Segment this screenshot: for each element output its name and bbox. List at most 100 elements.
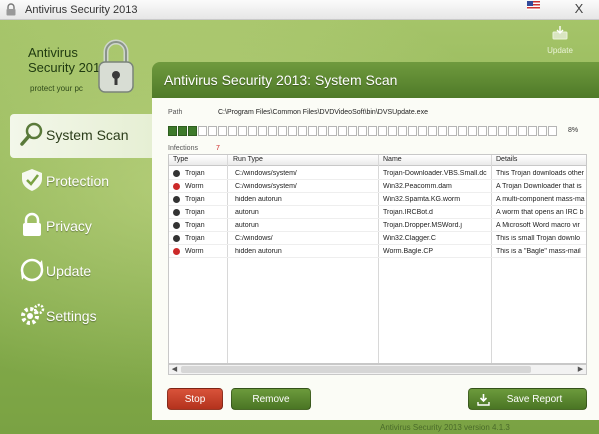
gears-icon [21, 303, 45, 325]
path-label: Path [168, 109, 183, 116]
cell-run-type: C:/windows/ [235, 235, 273, 242]
progress-cell [538, 126, 547, 136]
progress-cell [308, 126, 317, 136]
nav-label: Protection [46, 173, 110, 189]
progress-cell [228, 126, 237, 136]
progress-cell [298, 126, 307, 136]
horizontal-scrollbar[interactable]: ◀ ▶ [168, 364, 587, 375]
progress-cell [258, 126, 267, 136]
threat-status-icon [173, 222, 180, 229]
nav-privacy[interactable]: Privacy [10, 205, 152, 249]
logo-tagline: protect your pc [30, 84, 83, 93]
cell-name: Win32.Spamta.KG.worm [383, 196, 461, 203]
progress-cell [218, 126, 227, 136]
close-button[interactable]: X [568, 2, 590, 16]
progress-cell [368, 126, 377, 136]
threat-status-icon [173, 235, 180, 242]
progress-cell [478, 126, 487, 136]
cell-type: Trojan [185, 196, 205, 203]
stop-button[interactable]: Stop [167, 388, 223, 410]
logo-line-1: Antivirus [28, 45, 78, 60]
nav-system-scan[interactable]: System Scan [10, 114, 152, 158]
scroll-thumb[interactable] [181, 366, 531, 373]
progress-cell [458, 126, 467, 136]
cell-run-type: hidden autorun [235, 248, 282, 255]
magnifier-icon [20, 122, 43, 146]
progress-cell [328, 126, 337, 136]
cell-details: This Trojan downloads other [496, 170, 584, 177]
progress-cell [178, 126, 187, 136]
table-row[interactable]: Trojan C:/windows/system/Trojan-Downloade… [169, 167, 586, 180]
cell-name: Trojan.Dropper.MSWord.j [383, 222, 462, 229]
cell-details: A multi-component mass-ma [496, 196, 585, 203]
progress-cell [188, 126, 197, 136]
cell-name: Win32.Clagger.C [383, 235, 436, 242]
cell-name: Worm.Bagle.CP [383, 248, 434, 255]
column-header-type[interactable]: Type [173, 156, 188, 163]
top-update-button[interactable]: Update [541, 26, 579, 55]
progress-cell [318, 126, 327, 136]
update-download-icon [552, 26, 568, 40]
table-row[interactable]: Trojan hidden autorun Win32.Spamta.KG.worm… [169, 193, 586, 206]
padlock-icon [6, 3, 16, 16]
column-header-run-type[interactable]: Run Type [233, 156, 263, 163]
column-header-details[interactable]: Details [496, 156, 517, 163]
table-row[interactable]: Worm C:/windows/system/Win32.Peacomm.dam A… [169, 180, 586, 193]
table-row[interactable]: Worm hidden autorun Worm.Bagle.CP This is a… [169, 245, 586, 258]
scan-progress-bar [168, 126, 558, 136]
table-row[interactable]: Trojan autorun Trojan.IRCBot.d A worm that … [169, 206, 586, 219]
padlock-logo-icon [98, 39, 134, 93]
nav-protection[interactable]: Protection [10, 160, 152, 204]
progress-cell [418, 126, 427, 136]
column-header-name[interactable]: Name [383, 156, 402, 163]
title-bar: Antivirus Security 2013 X [0, 0, 599, 20]
window-title: Antivirus Security 2013 [25, 4, 138, 16]
cell-type: Worm [185, 248, 204, 255]
progress-cell [428, 126, 437, 136]
cell-name: Trojan.IRCBot.d [383, 209, 433, 216]
cell-details: This is small Trojan downlo [496, 235, 581, 242]
nav-update[interactable]: Update [10, 250, 152, 294]
cell-run-type: C:/windows/system/ [235, 170, 297, 177]
infections-count: 7 [216, 145, 220, 152]
threat-status-icon [173, 248, 180, 255]
scroll-left-arrow[interactable]: ◀ [169, 365, 180, 374]
save-report-button[interactable]: Save Report [468, 388, 587, 410]
progress-percent: 8% [568, 127, 579, 134]
cell-details: A Trojan Downloader that is [496, 183, 582, 190]
scroll-right-arrow[interactable]: ▶ [575, 365, 586, 374]
threat-status-icon [173, 183, 180, 190]
cell-run-type: C:/windows/system/ [235, 183, 297, 190]
progress-cell [268, 126, 277, 136]
cell-name: Trojan-Downloader.VBS.Small.dc [383, 170, 487, 177]
top-update-label: Update [547, 46, 573, 55]
nav-label: Privacy [46, 218, 92, 234]
progress-cell [488, 126, 497, 136]
logo-title: Antivirus Security 2013 [28, 45, 108, 75]
threat-status-icon [173, 170, 180, 177]
path-value: C:\Program Files\Common Files\DVDVideoSo… [218, 109, 428, 116]
cell-details: This is a "Bagle" mass-mail [496, 248, 581, 255]
progress-cell [198, 126, 207, 136]
table-row[interactable]: Trojan C:/windows/Win32.Clagger.C This is … [169, 232, 586, 245]
remove-button[interactable]: Remove [231, 388, 311, 410]
panel-header: Antivirus Security 2013: System Scan [152, 62, 599, 98]
cell-details: A worm that opens an IRC b [496, 209, 584, 216]
cell-run-type: autorun [235, 209, 259, 216]
flag-icon[interactable] [527, 1, 540, 10]
shield-icon [22, 169, 42, 191]
progress-cell [468, 126, 477, 136]
progress-cell [388, 126, 397, 136]
save-report-label: Save Report [506, 394, 563, 405]
threat-table: Type Run Type Name Details Trojan C:/wind… [168, 154, 587, 364]
progress-cell [168, 126, 177, 136]
nav-settings[interactable]: Settings [10, 295, 152, 339]
cell-type: Trojan [185, 170, 205, 177]
progress-cell [378, 126, 387, 136]
logo-line-2: Security 2013 [28, 60, 108, 75]
cell-run-type: hidden autorun [235, 196, 282, 203]
cell-name: Win32.Peacomm.dam [383, 183, 452, 190]
progress-cell [438, 126, 447, 136]
table-row[interactable]: Trojan autorun Trojan.Dropper.MSWord.j A Mi… [169, 219, 586, 232]
cell-details: A Microsoft Word macro vir [496, 222, 580, 229]
